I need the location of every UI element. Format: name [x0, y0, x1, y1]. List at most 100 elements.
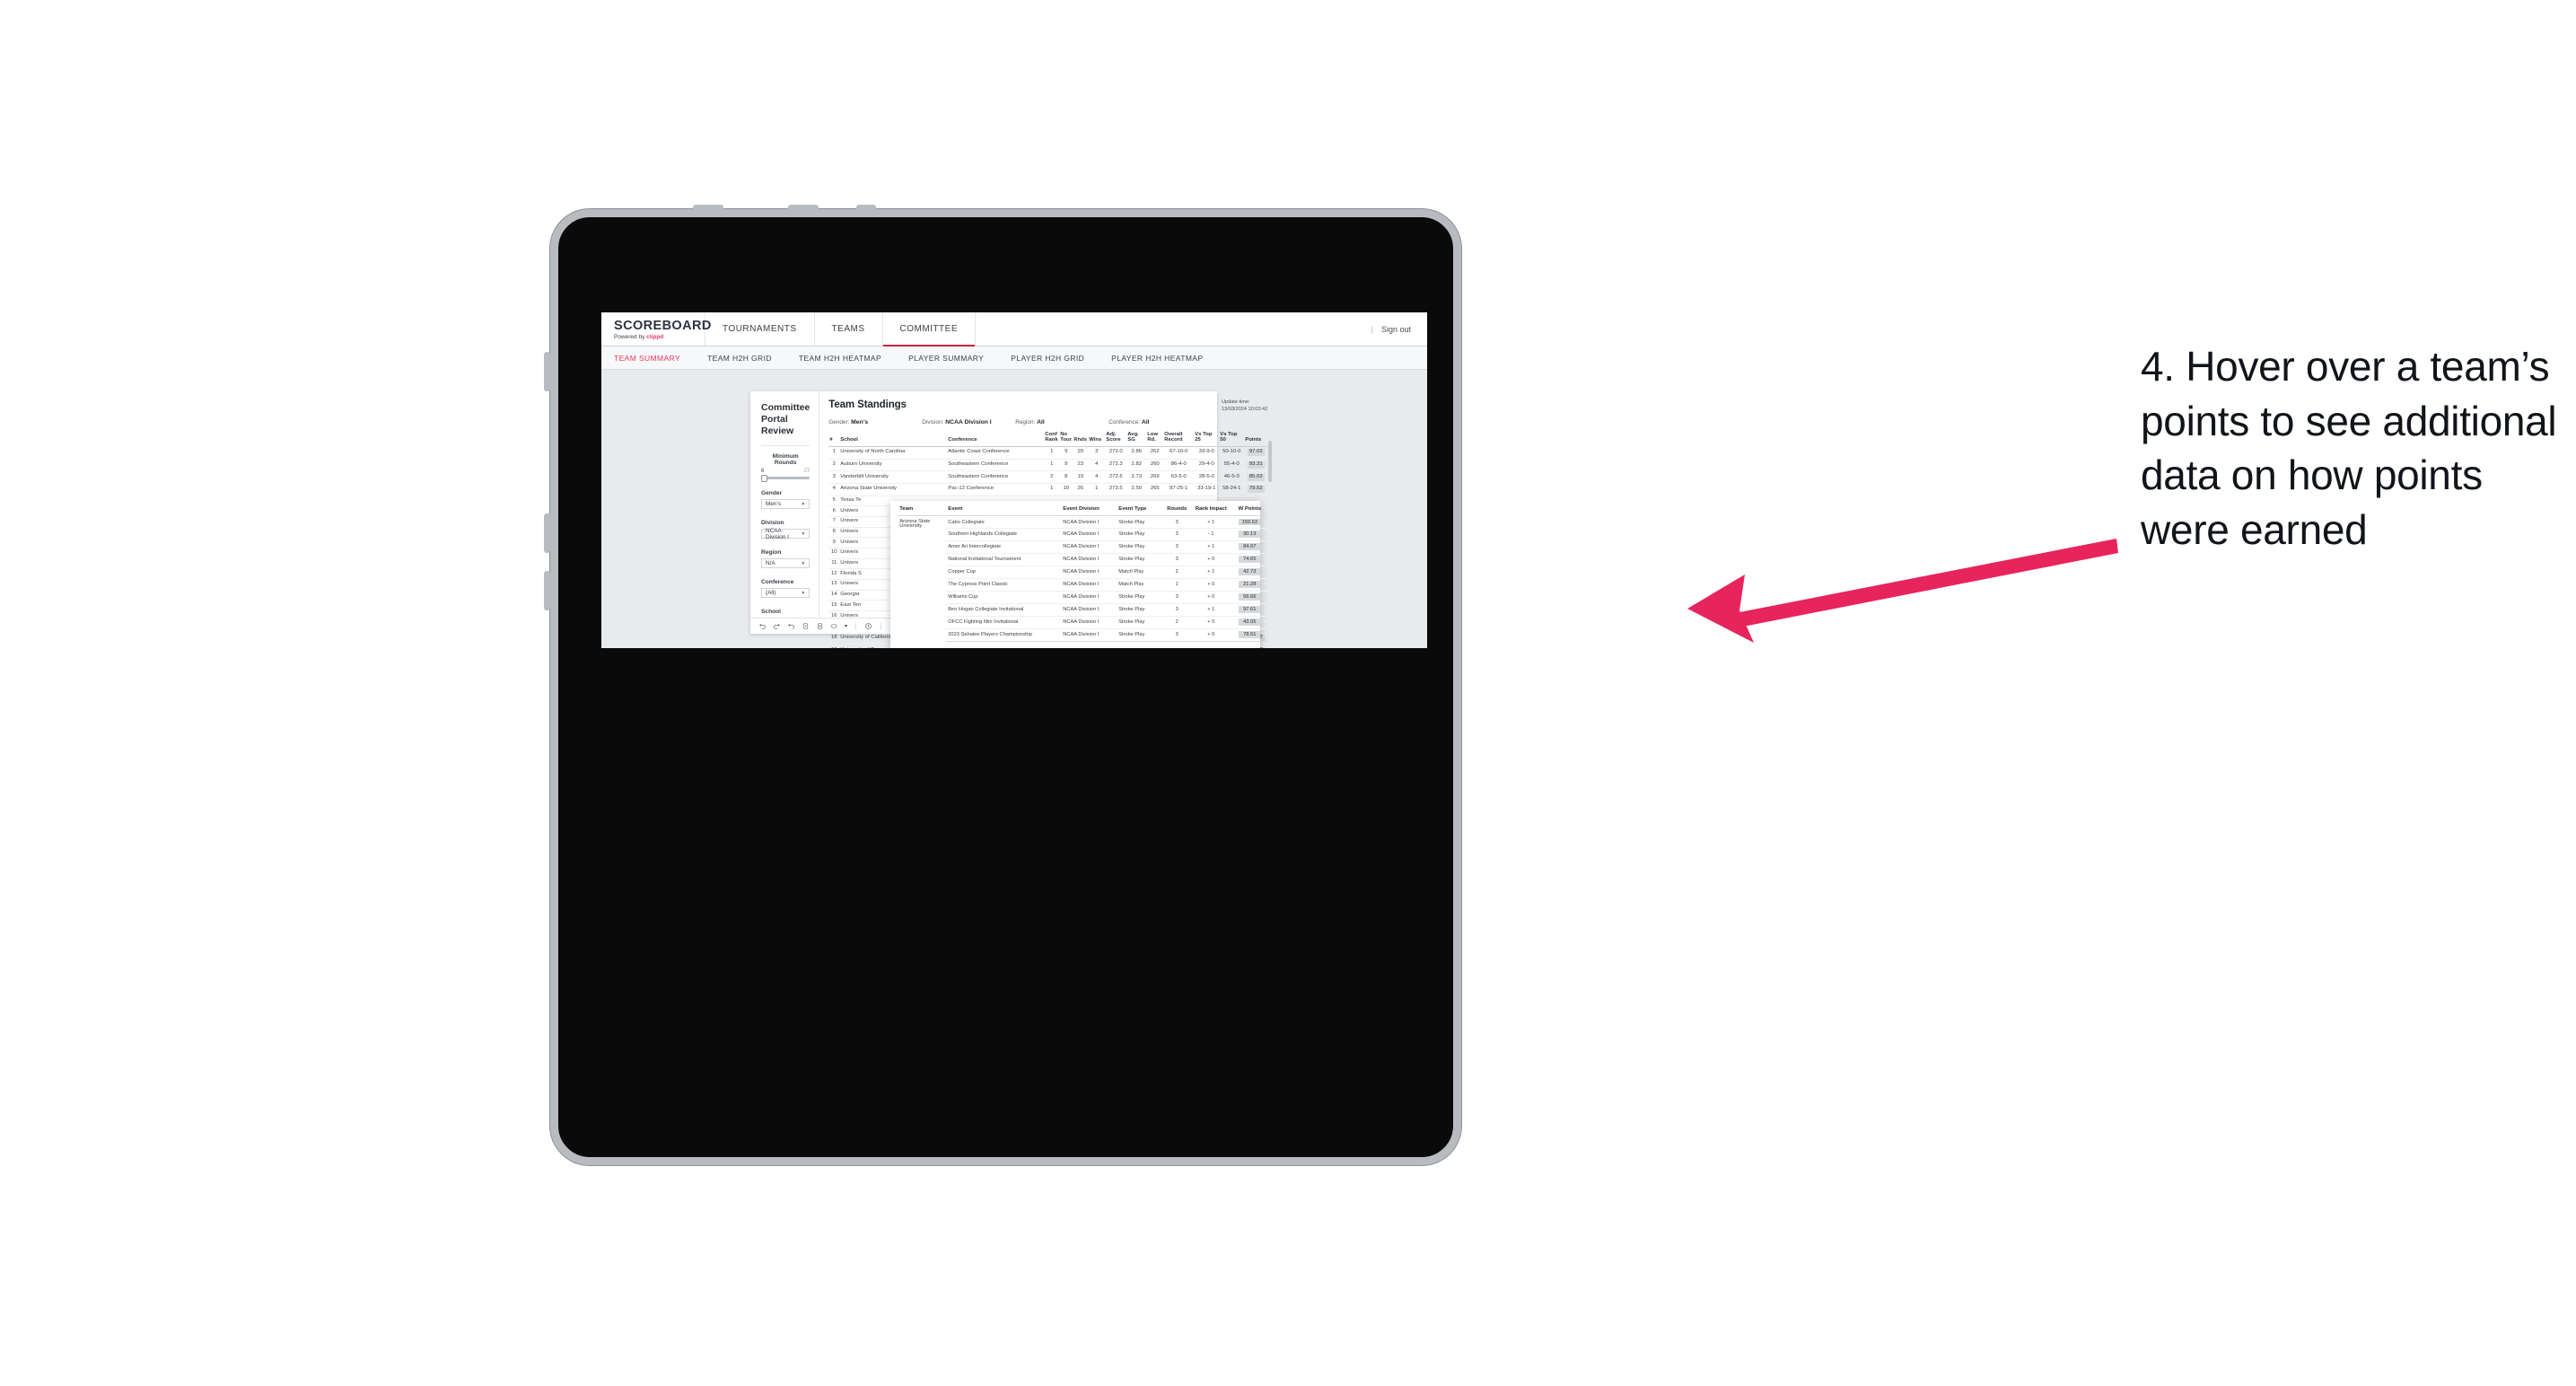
column-header-vs-top-50[interactable]: Vs Top 50: [1219, 432, 1245, 447]
toolbar-divider-1: [855, 622, 857, 630]
tooltip-cell-division: NCAA Division I: [1061, 540, 1117, 554]
revert-icon[interactable]: [787, 622, 795, 630]
nav-item-teams[interactable]: TEAMS: [815, 312, 883, 346]
tooltip-column-header-event-division: Event Division: [1061, 506, 1117, 516]
tooltip-cell-division: NCAA Division I: [1061, 628, 1117, 642]
column-header-rnds[interactable]: Rnds: [1073, 432, 1089, 447]
column-header-low-rd[interactable]: Low Rd.: [1146, 432, 1164, 447]
cell-overall: 63-5-0: [1163, 470, 1195, 484]
tooltip-cell-rounds: 2: [1163, 616, 1191, 629]
brand-logo[interactable]: SCOREBOARD Powered by clippd: [601, 312, 711, 346]
tooltip-cell-division: NCAA Division I: [1061, 578, 1117, 592]
tooltip-row: Amer Ari Intercollegiate NCAA Division IS…: [898, 540, 1268, 554]
tab-player-h2h-heatmap[interactable]: PLAYER H2H HEATMAP: [1111, 354, 1203, 363]
nav-item-tournaments[interactable]: TOURNAMENTS: [705, 312, 815, 346]
nav-item-committee[interactable]: COMMITTEE: [882, 312, 976, 346]
column-header-conference[interactable]: Conference: [947, 432, 1045, 447]
tooltip-cell-event: Williams Cup: [946, 591, 1062, 604]
cell-rank: 18: [828, 632, 840, 645]
tooltip-cell-w-points: 78.51: [1231, 628, 1268, 642]
tooltip-cell-rank-impact: + 1: [1190, 515, 1232, 529]
column-header-points[interactable]: Points: [1244, 432, 1268, 447]
filter-gender: Gender Men’s ▼: [761, 490, 810, 510]
column-header-conf-rank[interactable]: Conf Rank: [1044, 432, 1060, 447]
cell-conference: Pac-12 Conference: [947, 483, 1045, 496]
conference-select[interactable]: (All) ▼: [761, 588, 810, 599]
region-select[interactable]: N/A ▼: [761, 558, 810, 569]
tab-team-h2h-heatmap[interactable]: TEAM H2H HEATMAP: [799, 354, 881, 363]
cell-points[interactable]: 79.52: [1244, 483, 1268, 496]
tooltip-cell-event-type: Stroke Play: [1117, 616, 1164, 629]
cell-points[interactable]: 85.02: [1244, 470, 1268, 484]
sheet-title-row: Team Standings Update time: 13/03/2024 1…: [828, 399, 1267, 413]
table-row[interactable]: 3 Vanderbilt University Southeastern Confe…: [828, 470, 1268, 484]
cell-vs50: 55-4-0: [1219, 459, 1245, 472]
gender-value: Men’s: [766, 501, 781, 508]
tab-team-summary[interactable]: TEAM SUMMARY: [614, 354, 680, 363]
cell-low-rd: 260: [1146, 459, 1164, 472]
column-header-no-tour[interactable]: No Tour: [1059, 432, 1073, 447]
cell-conference: Southeastern Conference: [947, 459, 1045, 472]
column-header-wins[interactable]: Wins: [1088, 432, 1106, 447]
cell-rank: 10: [828, 548, 840, 559]
gender-select[interactable]: Men’s ▼: [761, 499, 810, 510]
tooltip-row: Ben Hogan Collegiate Invitational NCAA Di…: [898, 603, 1268, 617]
tooltip-cell-rounds: 3: [1163, 628, 1191, 642]
tooltip-cell-event: National Invitational Tournament: [946, 553, 1062, 566]
cell-conf-rank: 1: [1044, 483, 1060, 496]
refresh-dropdown-caret[interactable]: ▾: [845, 623, 847, 629]
tooltip-cell-event: The Cypress Point Classic: [946, 578, 1062, 592]
vertical-scrollbar[interactable]: [1268, 441, 1273, 483]
chevron-down-icon: ▼: [801, 501, 806, 507]
panel-title-line2: Portal Review: [761, 414, 794, 437]
column-header-vs-top-25[interactable]: Vs Top 25: [1194, 432, 1220, 447]
resume-icon[interactable]: [816, 622, 824, 630]
column-header-avg-sg[interactable]: Avg. SG: [1126, 432, 1147, 447]
tab-team-h2h-grid[interactable]: TEAM H2H GRID: [707, 354, 772, 363]
tooltip-cell-w-points: 30.13: [1231, 528, 1268, 541]
division-value: NCAA Division I: [766, 527, 789, 540]
summary-gender: Gender: Men’s: [828, 419, 922, 425]
sign-out-link[interactable]: Sign out: [1381, 325, 1411, 334]
tab-player-h2h-grid[interactable]: PLAYER H2H GRID: [1011, 354, 1084, 363]
division-select[interactable]: NCAA Division I ▼: [761, 527, 810, 540]
table-row[interactable]: 1 University of North Carolina Atlantic Co…: [828, 446, 1268, 460]
tablet-device-frame: SCOREBOARD Powered by clippd TOURNAMENTS…: [544, 205, 1461, 1165]
update-time-value: 13/03/2024 10:03:42: [1221, 406, 1268, 412]
tooltip-cell-division: NCAA Division I: [1061, 603, 1117, 617]
column-header-adj-score[interactable]: Adj. Score: [1105, 432, 1127, 447]
tooltip-cell-w-points: 56.66: [1231, 591, 1268, 604]
tooltip-cell-event-type: Stroke Play: [1117, 591, 1164, 604]
table-row[interactable]: 4 Arizona State University Pac-12 Conferen…: [828, 483, 1268, 496]
cell-points[interactable]: 93.31: [1244, 459, 1268, 472]
tooltip-cell-w-points: 97.61: [1231, 603, 1268, 617]
conference-label: Conference: [761, 579, 794, 586]
tooltip-cell-event: Cabo Collegiate: [946, 515, 1062, 529]
undo-icon[interactable]: [758, 622, 767, 630]
cell-low-rd: 269: [1146, 470, 1164, 484]
chevron-down-icon: ▼: [801, 531, 806, 537]
minimum-rounds-slider[interactable]: [761, 474, 810, 482]
clock-icon[interactable]: [864, 622, 872, 630]
cell-adj-score: 272.3: [1105, 459, 1127, 472]
dashboard-sheet: Committee Portal Review Minimum Rounds 6…: [750, 391, 1273, 648]
cell-conference: Southeastern Conference: [947, 470, 1045, 484]
refresh-icon[interactable]: [830, 622, 838, 630]
table-row[interactable]: 2 Auburn University Southeastern Conferenc…: [828, 459, 1268, 472]
tooltip-cell-rank-impact: - 1: [1190, 528, 1232, 541]
cell-avg-sg: 2.73: [1126, 470, 1147, 484]
column-header-[interactable]: #: [828, 432, 840, 447]
tab-player-summary[interactable]: PLAYER SUMMARY: [908, 354, 984, 363]
pause-icon[interactable]: [802, 622, 810, 630]
tooltip-column-header-event: Event: [946, 506, 1062, 516]
redo-icon[interactable]: [773, 622, 781, 630]
slider-handle[interactable]: [761, 474, 767, 482]
tooltip-cell-event: Southern Highlands Collegiate: [946, 528, 1062, 541]
school-label: School: [761, 609, 781, 616]
filter-minimum-rounds: Minimum Rounds 6 27: [761, 453, 810, 482]
column-header-school[interactable]: School: [839, 432, 948, 447]
column-header-overall-record[interactable]: Overall Record: [1163, 432, 1195, 447]
standings-header-row: # School Conference Conf Rank No Tour Rnds Wins A…: [828, 432, 1268, 447]
device-top-button-3: [856, 205, 876, 211]
cell-points[interactable]: 97.02: [1244, 446, 1268, 460]
